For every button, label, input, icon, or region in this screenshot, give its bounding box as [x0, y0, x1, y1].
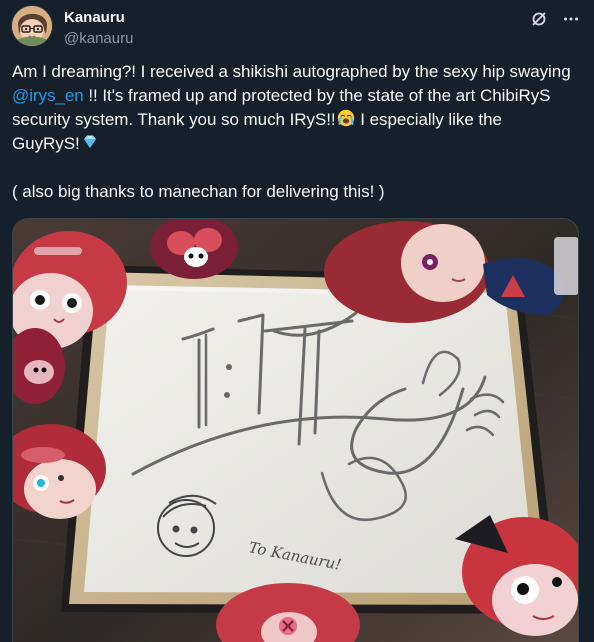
tweet-media[interactable]: To Kanauru!	[12, 218, 579, 642]
more-horizontal-icon[interactable]	[560, 8, 582, 30]
author-username[interactable]: @kanauru	[64, 30, 133, 48]
author-display-name[interactable]: Kanauru	[64, 9, 133, 27]
author-avatar[interactable]	[12, 6, 52, 46]
gem-stone-emoji	[83, 135, 96, 148]
tweet-header: Kanauru @kanauru	[12, 6, 582, 48]
tweet-text: Am I dreaming?! I received a shikishi au…	[12, 60, 572, 204]
tweet-text-part-1: Am I dreaming?! I received a shikishi au…	[12, 62, 571, 81]
shikishi-photo: To Kanauru!	[13, 219, 578, 642]
crying-face-emoji	[337, 109, 354, 127]
avatar-image	[12, 6, 52, 46]
grok-icon[interactable]	[528, 8, 550, 30]
mention-link[interactable]: @irys_en	[12, 86, 84, 105]
tweet-paragraph-1: Am I dreaming?! I received a shikishi au…	[12, 60, 572, 156]
header-actions	[528, 8, 582, 30]
tweet-paragraph-2: ( also big thanks to manechan for delive…	[12, 182, 385, 201]
author-name-block: Kanauru @kanauru	[64, 9, 133, 48]
tweet-card: Kanauru @kanauru Am I dreaming?! I recei…	[0, 0, 594, 642]
